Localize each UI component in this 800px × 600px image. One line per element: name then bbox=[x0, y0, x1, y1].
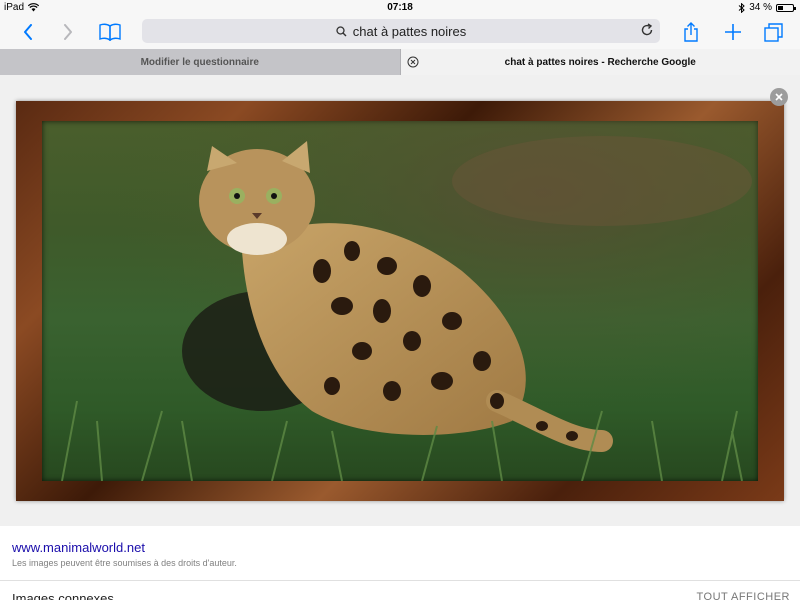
battery-percent: 34 % bbox=[749, 2, 772, 13]
close-icon bbox=[775, 93, 783, 101]
battery-icon bbox=[776, 3, 796, 12]
reload-icon[interactable] bbox=[640, 23, 654, 37]
tab-google-search[interactable]: chat à pattes noires - Recherche Google bbox=[400, 49, 800, 75]
back-button[interactable] bbox=[18, 15, 38, 49]
tabs-button[interactable] bbox=[763, 15, 785, 49]
tab-bar: Modifier le questionnaire chat à pattes … bbox=[0, 49, 800, 75]
cat-photo[interactable] bbox=[42, 121, 758, 481]
add-button[interactable] bbox=[722, 15, 744, 49]
source-link[interactable]: www.manimalworld.net bbox=[12, 540, 145, 555]
status-time: 07:18 bbox=[387, 2, 413, 13]
address-text: chat à pattes noires bbox=[352, 23, 467, 39]
tab-label: Modifier le questionnaire bbox=[140, 56, 259, 68]
bookmarks-icon bbox=[99, 23, 121, 41]
close-tab-icon[interactable] bbox=[407, 56, 419, 68]
related-images: Images connexes TOUT AFFICHER bbox=[0, 582, 800, 600]
address-bar[interactable]: chat à pattes noires bbox=[142, 19, 660, 43]
forward-icon bbox=[64, 24, 72, 40]
forward-button[interactable] bbox=[58, 15, 78, 49]
copyright-note: Les images peuvent être soumises à des d… bbox=[12, 558, 237, 568]
related-title: Images connexes bbox=[12, 591, 114, 600]
battery-fill bbox=[778, 5, 783, 10]
image-viewer bbox=[0, 75, 800, 526]
share-icon bbox=[684, 22, 698, 42]
share-button[interactable] bbox=[680, 15, 702, 49]
back-icon bbox=[24, 24, 32, 40]
status-bar: iPad 07:18 34 % bbox=[0, 0, 800, 15]
show-all-button[interactable]: TOUT AFFICHER bbox=[697, 591, 791, 600]
add-icon bbox=[725, 24, 741, 40]
tabs-icon bbox=[764, 23, 783, 42]
bluetooth-icon bbox=[738, 2, 745, 13]
image-info: www.manimalworld.net Les images peuvent … bbox=[0, 526, 800, 581]
search-icon bbox=[336, 25, 347, 36]
close-viewer-button[interactable] bbox=[770, 88, 788, 106]
cat-illustration bbox=[42, 121, 758, 481]
tab-label: chat à pattes noires - Recherche Google bbox=[504, 56, 696, 68]
bookmarks-button[interactable] bbox=[96, 15, 124, 49]
status-right: 34 % bbox=[738, 2, 796, 13]
picture-frame bbox=[16, 101, 784, 501]
tab-questionnaire[interactable]: Modifier le questionnaire bbox=[0, 49, 401, 75]
browser-toolbar: chat à pattes noires bbox=[0, 15, 800, 49]
